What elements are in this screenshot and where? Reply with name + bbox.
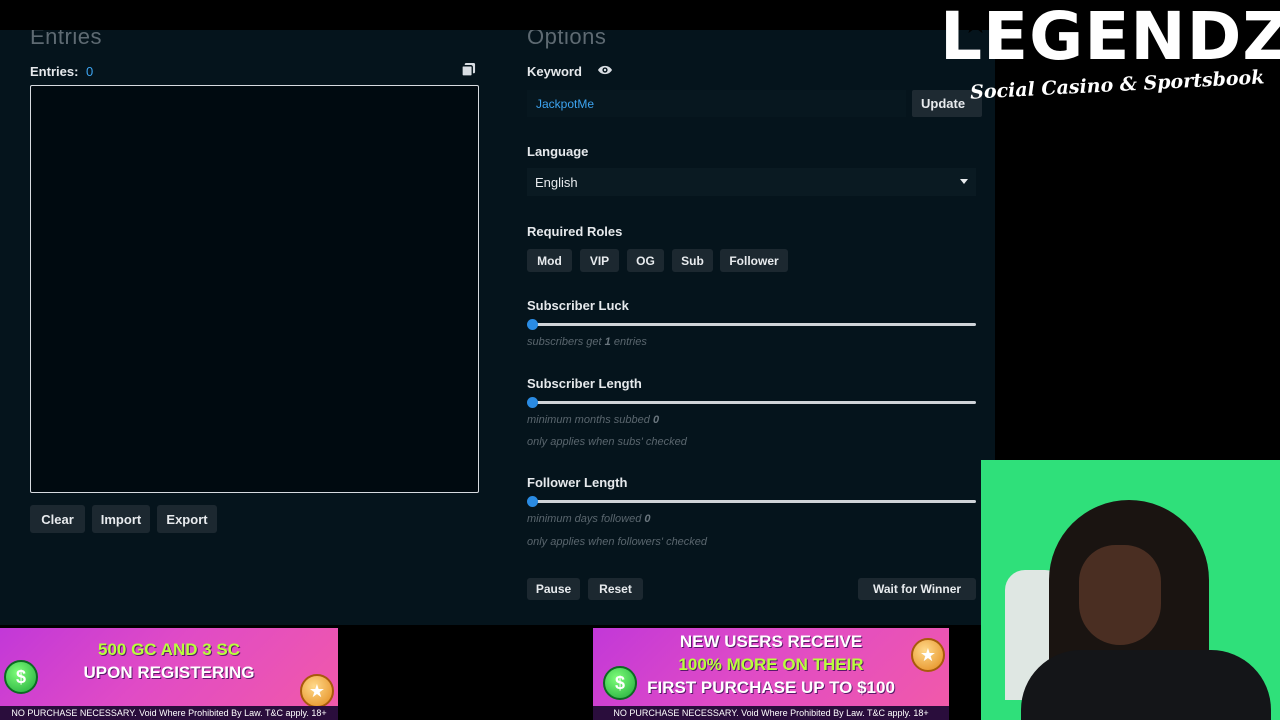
entries-label: Entries: [30, 64, 79, 79]
role-toggle-follower[interactable]: Follower [720, 249, 788, 272]
follower-length-label: Follower Length [527, 475, 628, 490]
chevron-down-icon [960, 179, 968, 184]
subscriber-length-hint: minimum months subbed 0 [527, 414, 659, 426]
legendz-logo: LEGENDZ ★ Social Casino & Sportsbook [940, 0, 1280, 110]
logo-title: LEGENDZ [940, 0, 1280, 75]
required-roles-label: Required Roles [527, 224, 623, 239]
subscriber-luck-label: Subscriber Luck [527, 298, 629, 313]
follower-length-value: 0 [644, 513, 651, 525]
subscriber-length-label: Subscriber Length [527, 376, 642, 391]
slider-thumb[interactable] [527, 397, 538, 408]
hint-text: entries [613, 336, 647, 348]
entries-count: 0 [86, 64, 94, 79]
role-toggle-og[interactable]: OG [627, 249, 664, 272]
promo-banner-right: $ ★ NEW USERS RECEIVE 100% MORE ON THEIR… [593, 628, 949, 720]
export-button[interactable]: Export [157, 505, 217, 533]
role-toggle-mod[interactable]: Mod [527, 249, 572, 272]
slider-thumb[interactable] [527, 319, 538, 330]
webcam-face [1079, 545, 1161, 645]
follower-length-slider[interactable] [527, 496, 976, 507]
subscriber-length-slider[interactable] [527, 397, 976, 408]
clear-button[interactable]: Clear [30, 505, 85, 533]
subscriber-luck-hint: subscribers get 1 entries [527, 336, 647, 348]
reset-button[interactable]: Reset [588, 578, 643, 600]
language-select[interactable]: English [527, 168, 976, 196]
language-selected-value: English [535, 174, 578, 190]
hint-text: minimum days followed [527, 513, 642, 525]
follower-length-note: only applies when followers' checked [527, 536, 708, 548]
keyword-input[interactable]: JackpotMe [527, 90, 906, 117]
eye-icon[interactable] [597, 63, 613, 77]
entries-list[interactable] [30, 85, 479, 493]
banner-right-line3: FIRST PURCHASE UP TO $100 [647, 678, 895, 697]
subscriber-length-note: only applies when subs' checked [527, 436, 687, 448]
role-toggle-sub[interactable]: Sub [672, 249, 713, 272]
subscriber-length-value: 0 [652, 414, 660, 426]
star-icon: ★ [962, 7, 989, 40]
banner-right-line2: 100% MORE ON THEIR [678, 655, 864, 674]
subscriber-luck-value: 1 [604, 336, 611, 348]
banner-left-footer: NO PURCHASE NECESSARY. Void Where Prohib… [0, 706, 338, 720]
banner-left-line2: UPON REGISTERING [83, 663, 255, 682]
follower-length-hint: minimum days followed 0 [527, 513, 651, 525]
wait-for-winner-button[interactable]: Wait for Winner [858, 578, 976, 600]
entries-counter: Entries: 0 [30, 64, 93, 79]
import-button[interactable]: Import [92, 505, 150, 533]
webcam-hoodie [1021, 650, 1271, 720]
giveaway-app: Entries Options Entries: 0 Clear Import … [0, 0, 995, 625]
copy-icon[interactable] [461, 62, 476, 77]
slider-thumb[interactable] [527, 496, 538, 507]
hint-text: subscribers get [527, 336, 602, 348]
banner-left-line1: 500 GC AND 3 SC [97, 640, 241, 659]
subscriber-luck-slider[interactable] [527, 319, 976, 330]
pause-button[interactable]: Pause [527, 578, 580, 600]
hint-text: minimum months subbed [527, 414, 650, 426]
promo-banner-left: $ ★ 500 GC AND 3 SC UPON REGISTERING NO … [0, 628, 338, 720]
keyword-label: Keyword [527, 64, 582, 79]
banner-right-footer: NO PURCHASE NECESSARY. Void Where Prohib… [593, 706, 949, 720]
role-toggle-vip[interactable]: VIP [580, 249, 619, 272]
webcam-feed [981, 460, 1280, 720]
language-label: Language [527, 144, 589, 159]
banner-right-line1: NEW USERS RECEIVE [679, 632, 863, 651]
